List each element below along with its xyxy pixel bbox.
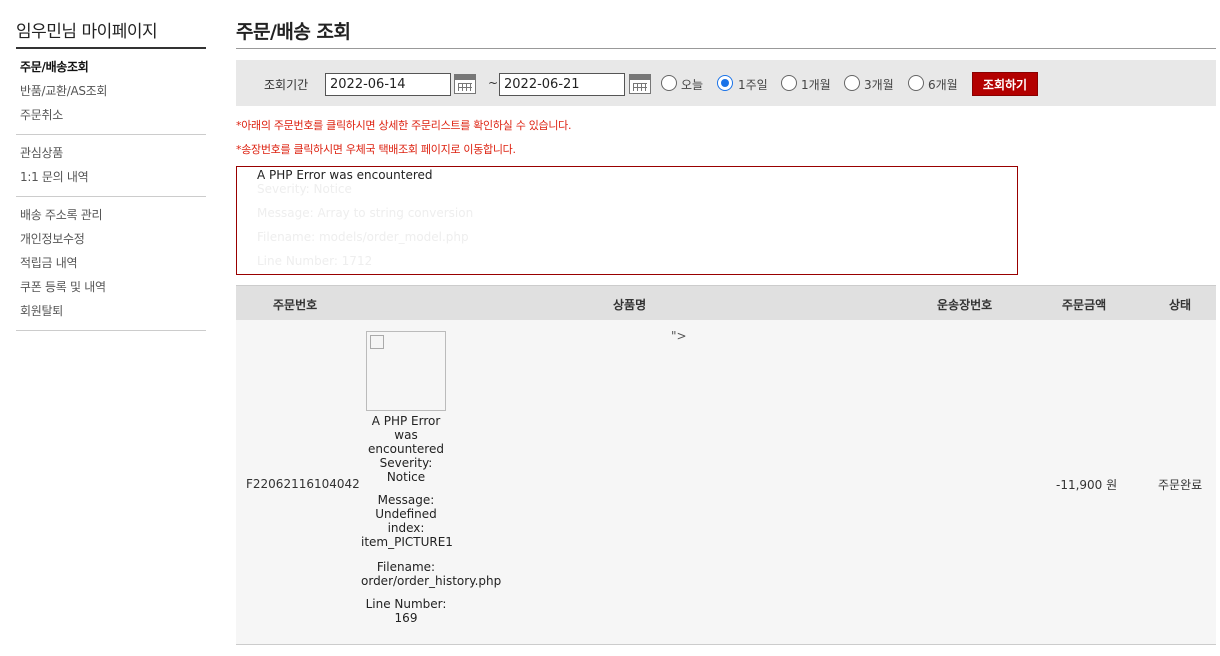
row-error-message: Message: Undefined index: item_PICTURE1 [361,493,453,549]
row-error-heading: A PHP Error was encountered [368,414,444,456]
sidebar-item-address-book[interactable]: 배송 주소록 관리 [16,203,206,227]
row-error-filename: Filename: order/order_history.php [361,560,502,588]
order-number-link[interactable]: F22062116104042 [246,477,360,491]
php-error-message: Message: Array to string conversion [257,206,474,220]
radio-label-3month: 3개월 [864,78,894,92]
radio-1week[interactable] [717,75,733,91]
search-bar: 조회기간 2022-06-14 ~ 2022-06-21 오늘 1주일 1개월 … [236,60,1216,106]
start-date-input[interactable]: 2022-06-14 [325,73,451,96]
date-range-separator: ~ [488,76,499,90]
table-header: 주문번호 상품명 운송장번호 주문금액 상태 [236,285,1216,320]
order-status: 주문완료 [1158,478,1203,492]
main-content: 주문/배송 조회 조회기간 2022-06-14 ~ 2022-06-21 오늘… [236,0,1216,645]
sidebar-item-coupons[interactable]: 쿠폰 등록 및 내역 [16,275,206,299]
sidebar-item-withdraw[interactable]: 회원탈퇴 [16,299,206,323]
col-tracking-number: 운송장번호 [937,298,993,312]
sidebar-item-order-cancel[interactable]: 주문취소 [16,103,206,127]
sidebar-group-account: 배송 주소록 관리 개인정보수정 적립금 내역 쿠폰 등록 및 내역 회원탈퇴 [16,197,206,331]
product-thumbnail[interactable] [366,331,446,411]
php-error-line-number: Line Number: 1712 [257,254,373,268]
search-button[interactable]: 조회하기 [972,72,1038,96]
order-amount: -11,900 원 [1056,478,1118,492]
radio-today[interactable] [661,75,677,91]
calendar-icon[interactable] [454,74,476,94]
col-order-number: 주문번호 [273,298,318,312]
sidebar-item-wishlist[interactable]: 관심상품 [16,141,206,165]
sidebar-item-order-delivery[interactable]: 주문/배송조회 [16,55,206,79]
radio-6month[interactable] [908,75,924,91]
col-order-amount: 주문금액 [1062,298,1107,312]
php-error-box: A PHP Error was encountered Severity: No… [236,166,1018,275]
sidebar-item-points[interactable]: 적립금 내역 [16,251,206,275]
col-status: 상태 [1169,298,1192,312]
radio-label-1month: 1개월 [801,78,831,92]
page-title: 주문/배송 조회 [236,0,1216,49]
radio-label-today: 오늘 [681,78,704,92]
notice-tracking-number: *송장번호를 클릭하시면 우체국 택배조회 페이지로 이동합니다. [236,143,516,156]
period-label: 조회기간 [264,78,309,92]
notice-order-number: *아래의 주문번호를 클릭하시면 상세한 주문리스트를 확인하실 수 있습니다. [236,119,572,132]
radio-label-1week: 1주일 [738,78,768,92]
stray-markup-text: "> [671,329,687,343]
calendar-icon[interactable] [629,74,651,94]
end-date-input[interactable]: 2022-06-21 [499,73,625,96]
sidebar-item-edit-profile[interactable]: 개인정보수정 [16,227,206,251]
radio-3month[interactable] [844,75,860,91]
sidebar-group-interest: 관심상품 1:1 문의 내역 [16,135,206,197]
broken-image-icon [370,335,384,349]
php-error-heading: A PHP Error was encountered [257,168,433,182]
sidebar-title: 임우민님 마이페이지 [16,0,206,49]
php-error-severity: Severity: Notice [257,182,352,196]
table-row: F22062116104042 A PHP Error was encounte… [236,320,1216,645]
col-product-name: 상품명 [613,298,647,312]
sidebar-item-inquiry[interactable]: 1:1 문의 내역 [16,165,206,189]
radio-1month[interactable] [781,75,797,91]
radio-label-6month: 6개월 [928,78,958,92]
php-error-filename: Filename: models/order_model.php [257,230,469,244]
sidebar-group-orders: 주문/배송조회 반품/교환/AS조회 주문취소 [16,49,206,135]
sidebar: 임우민님 마이페이지 주문/배송조회 반품/교환/AS조회 주문취소 관심상품 … [16,0,206,331]
row-error-line-number: Line Number: 169 [365,597,447,625]
sidebar-item-return-exchange[interactable]: 반품/교환/AS조회 [16,79,206,103]
row-error-severity: Severity: Notice [379,456,433,484]
